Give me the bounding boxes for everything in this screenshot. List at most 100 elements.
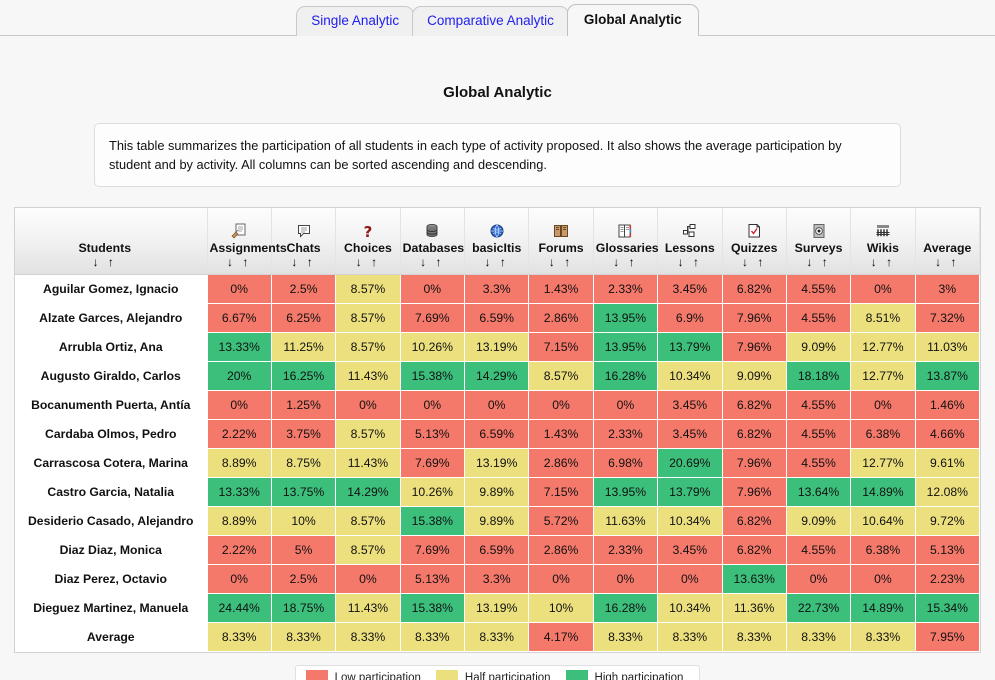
column-header-choices[interactable]: ? Choices ↓ ↑: [335, 208, 401, 275]
participation-cell: 0%: [850, 390, 916, 420]
participation-cell: 11.43%: [335, 448, 401, 478]
participation-cell: 13.19%: [464, 332, 530, 362]
participation-cell: 8.57%: [335, 419, 401, 449]
student-name[interactable]: Dieguez Martinez, Manuela: [15, 593, 208, 623]
participation-cell: 8.57%: [335, 332, 401, 362]
sort-arrows-icon[interactable]: ↓ ↑: [467, 255, 526, 269]
participation-cell: 9.72%: [915, 506, 981, 536]
participation-cell: 12.77%: [850, 448, 916, 478]
column-header-label: Forums: [538, 240, 584, 255]
column-header-surveys[interactable]: Surveys ↓ ↑: [786, 208, 852, 275]
student-name[interactable]: Diaz Perez, Octavio: [15, 564, 208, 594]
participation-cell: 13.33%: [207, 332, 272, 362]
student-name[interactable]: Desiderio Casado, Alejandro: [15, 506, 208, 536]
average-row-label: Average: [15, 622, 208, 652]
column-header-forums[interactable]: Forums ↓ ↑: [528, 208, 594, 275]
participation-cell: 13.33%: [207, 477, 272, 507]
sort-arrows-icon[interactable]: ↓ ↑: [918, 255, 977, 269]
participation-cell: 20%: [207, 361, 272, 391]
participation-cell: 12.77%: [850, 361, 916, 391]
sort-arrows-icon[interactable]: ↓ ↑: [789, 255, 848, 269]
tab-single-analytic[interactable]: Single Analytic: [296, 6, 415, 36]
participation-cell: 6.59%: [464, 303, 530, 333]
sort-arrows-icon[interactable]: ↓ ↑: [338, 255, 397, 269]
student-name[interactable]: Augusto Giraldo, Carlos: [15, 361, 208, 391]
participation-cell: 8.57%: [528, 361, 594, 391]
participation-cell: 3.45%: [657, 390, 723, 420]
participation-cell: 8.89%: [207, 448, 272, 478]
column-header-glossaries[interactable]: Glossaries ↓ ↑: [593, 208, 659, 275]
legend-label: High participation: [594, 672, 684, 680]
student-name[interactable]: Alzate Garces, Alejandro: [15, 303, 208, 333]
participation-cell: 13.95%: [593, 332, 659, 362]
participation-cell: 5.13%: [400, 419, 466, 449]
participation-cell: 22.73%: [786, 593, 852, 623]
column-header-label: Students: [78, 240, 132, 255]
column-header-databases[interactable]: Databases ↓ ↑: [400, 208, 466, 275]
sort-arrows-icon[interactable]: ↓ ↑: [210, 255, 269, 269]
sort-arrows-icon[interactable]: ↓ ↑: [596, 255, 655, 269]
table-head: Students ↓ ↑ Assignments ↓ ↑ Chats ↓ ↑? Choice…: [15, 208, 981, 275]
participation-cell: 6.25%: [271, 303, 337, 333]
participation-cell: 7.32%: [915, 303, 981, 333]
student-name[interactable]: Bocanumenth Puerta, Antía: [15, 390, 208, 420]
participation-cell: 0%: [335, 564, 401, 594]
tab-global-analytic[interactable]: Global Analytic: [566, 4, 699, 36]
glossary-book-icon: [596, 223, 655, 240]
participation-cell: 7.15%: [528, 332, 594, 362]
participation-cell: 6.38%: [850, 419, 916, 449]
participation-cell: 8.33%: [593, 622, 659, 652]
participation-cell: 0%: [593, 390, 659, 420]
sort-arrows-icon[interactable]: ↓ ↑: [403, 255, 462, 269]
participation-cell: 2.33%: [593, 274, 659, 304]
student-name[interactable]: Arrubla Ortiz, Ana: [15, 332, 208, 362]
sort-arrows-icon[interactable]: ↓ ↑: [853, 255, 912, 269]
student-name[interactable]: Castro Garcia, Natalia: [15, 477, 208, 507]
participation-cell: 4.17%: [528, 622, 594, 652]
forum-icon: [531, 223, 590, 240]
sort-arrows-icon[interactable]: ↓ ↑: [660, 255, 719, 269]
participation-cell: 0%: [207, 390, 272, 420]
student-name[interactable]: Diaz Diaz, Monica: [15, 535, 208, 565]
participation-cell: 6.59%: [464, 535, 530, 565]
description-box: This table summarizes the participation …: [94, 123, 901, 187]
participation-cell: 5.72%: [528, 506, 594, 536]
participation-cell: 11.03%: [915, 332, 981, 362]
student-name[interactable]: Carrascosa Cotera, Marina: [15, 448, 208, 478]
column-header-label: Choices: [344, 240, 392, 255]
survey-disc-icon: [789, 223, 848, 240]
column-header-average[interactable]: Average ↓ ↑: [915, 208, 981, 275]
column-header-basicitis[interactable]: basicItis ↓ ↑: [464, 208, 530, 275]
participation-cell: 8.33%: [722, 622, 787, 652]
participation-cell: 13.79%: [657, 332, 723, 362]
participation-cell: 8.57%: [335, 506, 401, 536]
participation-cell: 8.33%: [335, 622, 401, 652]
participation-cell: 6.82%: [722, 506, 787, 536]
student-name[interactable]: Cardaba Olmos, Pedro: [15, 419, 208, 449]
sort-arrows-icon[interactable]: ↓ ↑: [531, 255, 590, 269]
participation-cell: 13.95%: [593, 477, 659, 507]
participation-cell: 10%: [271, 506, 337, 536]
sort-arrows-icon[interactable]: ↓ ↑: [274, 255, 333, 269]
column-header-label: Surveys: [794, 240, 843, 255]
participation-cell: 12.77%: [850, 332, 916, 362]
participation-cell: 10.34%: [657, 506, 723, 536]
student-name[interactable]: Aguilar Gomez, Ignacio: [15, 274, 208, 304]
participation-cell: 0%: [464, 390, 530, 420]
sort-arrows-icon[interactable]: ↓ ↑: [17, 255, 193, 269]
participation-cell: 9.09%: [722, 361, 787, 391]
column-header-quizzes[interactable]: Quizzes ↓ ↑: [722, 208, 787, 275]
sort-arrows-icon[interactable]: ↓ ↑: [725, 255, 784, 269]
tab-comparative-analytic[interactable]: Comparative Analytic: [412, 6, 569, 36]
column-header-label: Average: [923, 240, 972, 255]
column-header-lessons[interactable]: Lessons ↓ ↑: [657, 208, 723, 275]
participation-cell: 7.69%: [400, 303, 466, 333]
table-row: Diaz Perez, Octavio 0% 2.5% 0% 5.13% 3.3% 0% 0%…: [15, 564, 981, 594]
participation-cell: 11.36%: [722, 593, 787, 623]
wiki-icon: [853, 223, 912, 240]
column-header-students[interactable]: Students ↓ ↑: [15, 208, 208, 275]
column-header-wikis[interactable]: Wikis ↓ ↑: [850, 208, 916, 275]
participation-cell: 8.33%: [400, 622, 466, 652]
column-header-assignments[interactable]: Assignments ↓ ↑: [207, 208, 287, 275]
table-row: Arrubla Ortiz, Ana 13.33% 11.25% 8.57% 10.26…: [15, 332, 981, 362]
